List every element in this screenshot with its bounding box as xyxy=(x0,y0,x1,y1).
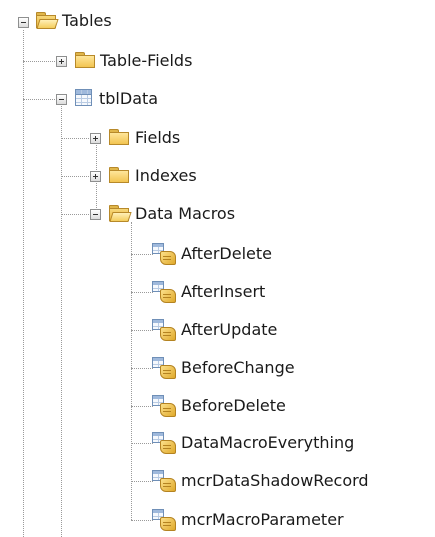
expand-fields-toggle[interactable] xyxy=(90,133,101,144)
tree-line xyxy=(131,222,132,520)
tree-node-macro[interactable]: mcrDataShadowRecord xyxy=(181,470,369,492)
folder-open-icon xyxy=(109,205,132,222)
table-icon xyxy=(75,89,92,106)
tree-line xyxy=(131,406,153,407)
tree-line xyxy=(131,368,153,369)
expand-indexes-toggle[interactable] xyxy=(90,171,101,182)
tree-node-macro[interactable]: mcrMacroParameter xyxy=(181,509,344,531)
data-macro-icon xyxy=(152,243,176,265)
tree-line xyxy=(61,176,91,177)
tree-line xyxy=(131,292,153,293)
tree-line xyxy=(23,61,57,62)
data-macro-icon xyxy=(152,432,176,454)
tree-node-macro[interactable]: AfterInsert xyxy=(181,281,265,303)
tree-line xyxy=(61,214,91,215)
data-macro-icon xyxy=(152,470,176,492)
folder-icon xyxy=(75,52,95,68)
tree-line xyxy=(131,520,153,521)
tree-line xyxy=(23,30,24,537)
tree-line xyxy=(23,99,57,100)
expand-table-fields-toggle[interactable] xyxy=(56,56,67,67)
collapse-tbldata-toggle[interactable] xyxy=(56,94,67,105)
folder-open-icon xyxy=(36,12,59,29)
data-macro-icon xyxy=(152,357,176,379)
tree-node-macro[interactable]: AfterUpdate xyxy=(181,319,277,341)
tree-line xyxy=(61,106,62,537)
data-macro-icon xyxy=(152,509,176,531)
tree-node-table-fields[interactable]: Table-Fields xyxy=(100,50,192,72)
tree-node-fields[interactable]: Fields xyxy=(135,127,180,149)
tree-line xyxy=(131,443,153,444)
tree-node-indexes[interactable]: Indexes xyxy=(135,165,197,187)
tree-node-macro[interactable]: BeforeDelete xyxy=(181,395,286,417)
tree-line xyxy=(131,254,153,255)
tree-node-macro[interactable]: AfterDelete xyxy=(181,243,272,265)
folder-icon xyxy=(109,167,129,183)
tree-line xyxy=(131,481,153,482)
tree-node-tables[interactable]: Tables xyxy=(62,10,112,32)
folder-icon xyxy=(109,129,129,145)
tree-node-data-macros[interactable]: Data Macros xyxy=(135,203,235,225)
tree-line xyxy=(131,330,153,331)
collapse-tables-toggle[interactable] xyxy=(18,17,29,28)
data-macro-icon xyxy=(152,395,176,417)
data-macro-icon xyxy=(152,319,176,341)
data-macro-icon xyxy=(152,281,176,303)
tree-node-tbldata[interactable]: tblData xyxy=(99,88,158,110)
tree-node-macro[interactable]: BeforeChange xyxy=(181,357,295,379)
collapse-data-macros-toggle[interactable] xyxy=(90,209,101,220)
tree-line xyxy=(61,138,91,139)
tree-node-macro[interactable]: DataMacroEverything xyxy=(181,432,354,454)
